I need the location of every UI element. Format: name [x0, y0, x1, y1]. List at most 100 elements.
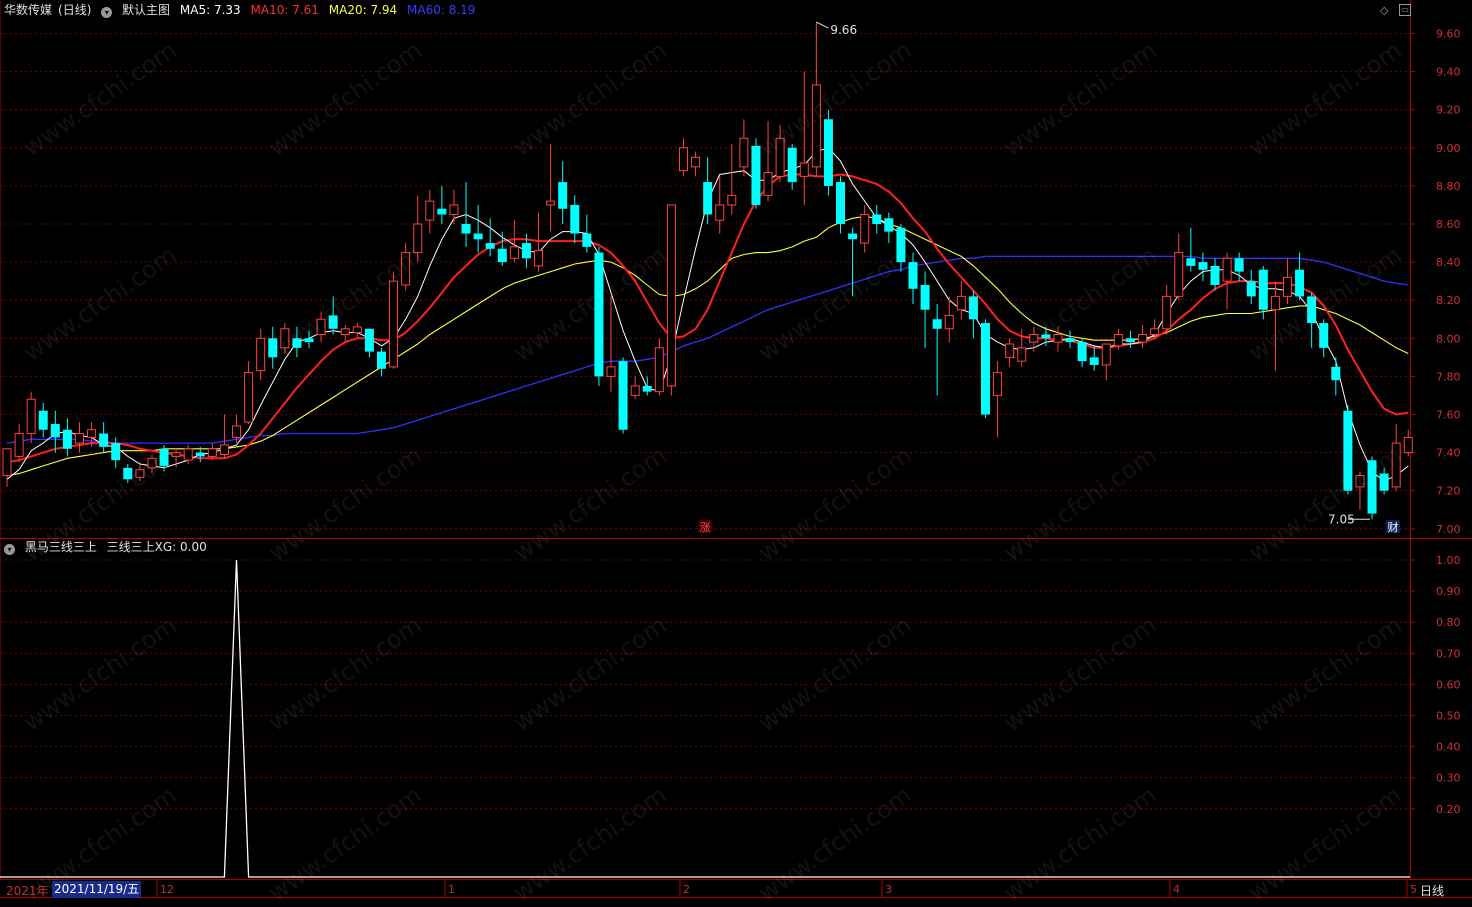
candle-body-down — [920, 284, 930, 310]
candle-body-up — [425, 200, 435, 221]
candle-body-up — [352, 326, 362, 334]
indicator-tick-label: 0.50 — [1436, 710, 1461, 723]
candle-body-down — [521, 243, 531, 259]
candle-body-down — [642, 385, 652, 392]
candle-body-down — [1367, 460, 1377, 514]
chart-stage[interactable]: 9.60 9.40 9.20 9.00 8.80 8.60 8.40 8.20 8.00 7.80… — [0, 0, 1472, 907]
month-label: 12 — [160, 883, 174, 896]
candle-body-up — [1005, 343, 1015, 358]
price-tick-label: 7.00 — [1436, 523, 1461, 536]
candle-body-up — [1029, 333, 1039, 343]
candle-body-up — [993, 372, 1003, 396]
price-tick-label: 8.60 — [1436, 218, 1461, 231]
candle-body-up — [171, 452, 181, 457]
candle-body-up — [1138, 333, 1148, 343]
candle-body-down — [558, 182, 568, 209]
indicator-name[interactable]: 黑马三线三上 — [25, 540, 97, 554]
candle-body-down — [1307, 296, 1317, 324]
candle-body-down — [1077, 342, 1087, 362]
candle-body-up — [1113, 333, 1123, 347]
ma60-line — [6, 255, 1409, 444]
candle-body-down — [473, 233, 483, 240]
candle-body-down — [618, 361, 628, 430]
candle-body-up — [183, 448, 193, 461]
candle-body-up — [207, 448, 217, 457]
price-tick-label: 8.80 — [1436, 180, 1461, 193]
stock-name[interactable]: 华数传媒 (日线) — [4, 3, 91, 17]
indicator-settings-icon[interactable]: ▾ — [4, 544, 15, 555]
candle-body-down — [1295, 269, 1305, 297]
period-button[interactable]: 日线 — [1420, 882, 1444, 899]
candle-body-down — [62, 429, 72, 449]
candle-body-down — [594, 252, 604, 377]
zhang-marker: 涨 — [700, 521, 711, 534]
candle-body-up — [727, 194, 737, 206]
price-tick-label: 8.20 — [1436, 294, 1461, 307]
candle-body-up — [1053, 333, 1063, 343]
indicator-tick-label: 0.60 — [1436, 678, 1461, 691]
price-tick-label: 9.00 — [1436, 142, 1461, 155]
candle-body-up — [244, 372, 254, 423]
candle-body-down — [364, 328, 374, 352]
cursor-date: 2021/11/19/五 — [52, 881, 142, 898]
candle-body-up — [1150, 328, 1160, 335]
month-label: 4 — [1173, 883, 1180, 896]
candle-body-down — [1379, 473, 1389, 491]
maximize-icon[interactable]: ▭ — [1399, 4, 1411, 16]
candle-body-up — [630, 385, 640, 396]
candle-body-up — [1391, 442, 1401, 488]
main-chart-label[interactable]: 默认主图 — [122, 3, 170, 17]
candle-body-down — [99, 433, 109, 447]
candle-body-up — [1282, 276, 1292, 297]
candle-body-down — [292, 338, 302, 348]
indicator-tick-label: 1.00 — [1436, 554, 1461, 567]
indicator-tick-label: 0.90 — [1436, 585, 1461, 598]
ma5-label: MA5: 7.33 — [179, 3, 241, 17]
candle-body-up — [799, 162, 809, 177]
candle-body-up — [147, 457, 157, 469]
price-tick-label: 7.60 — [1436, 409, 1461, 422]
indicator-tick-label: 0.20 — [1436, 803, 1461, 816]
month-label: 3 — [885, 883, 892, 896]
month-label: 2 — [683, 883, 690, 896]
candle-body-up — [606, 366, 616, 377]
indicator-tick-label: 0.40 — [1436, 741, 1461, 754]
candle-body-down — [1319, 323, 1329, 348]
candle-body-up — [1222, 257, 1232, 282]
diamond-icon[interactable]: ◇ — [1380, 4, 1388, 17]
candle-body-down — [836, 182, 846, 224]
candle-body-up — [691, 156, 701, 168]
candle-body-down — [195, 452, 205, 457]
indicator-tick-label: 0.30 — [1436, 772, 1461, 785]
candle-body-up — [26, 398, 36, 435]
candle-body-down — [1246, 281, 1256, 297]
candle-body-down — [908, 262, 918, 289]
candle-body-up — [389, 280, 399, 368]
candle-body-down — [376, 351, 386, 369]
candle-body-down — [1198, 262, 1208, 270]
candle-body-down — [437, 208, 447, 215]
candle-body-down — [823, 119, 833, 186]
candle-body-down — [1343, 410, 1353, 491]
candle-body-up — [1174, 252, 1184, 297]
candle-body-down — [1065, 338, 1075, 343]
high-price-label: 9.66 — [830, 23, 857, 37]
candle-body-down — [304, 338, 314, 343]
candle-body-down — [1234, 258, 1244, 272]
candle-body-down — [38, 410, 48, 430]
stock-chart[interactable]: 9.60 9.40 9.20 9.00 8.80 8.60 8.40 8.20 8.00 7.80… — [0, 0, 1472, 901]
candle-body-down — [1210, 265, 1220, 285]
candle-body-down — [787, 147, 797, 183]
candle-body-down — [268, 338, 278, 358]
candle-body-down — [485, 243, 495, 249]
candle-body-up — [340, 328, 350, 335]
indicator-tick-label: 0.80 — [1436, 616, 1461, 629]
ma20-line — [6, 215, 1409, 477]
settings-circle-icon[interactable]: ▾ — [101, 7, 113, 18]
candle-body-up — [87, 429, 97, 438]
candle-body-down — [461, 224, 471, 234]
price-tick-label: 8.40 — [1436, 256, 1461, 269]
candle-body-up — [1101, 343, 1111, 366]
candle-body-down — [1089, 357, 1099, 365]
candle-body-down — [1041, 334, 1051, 339]
